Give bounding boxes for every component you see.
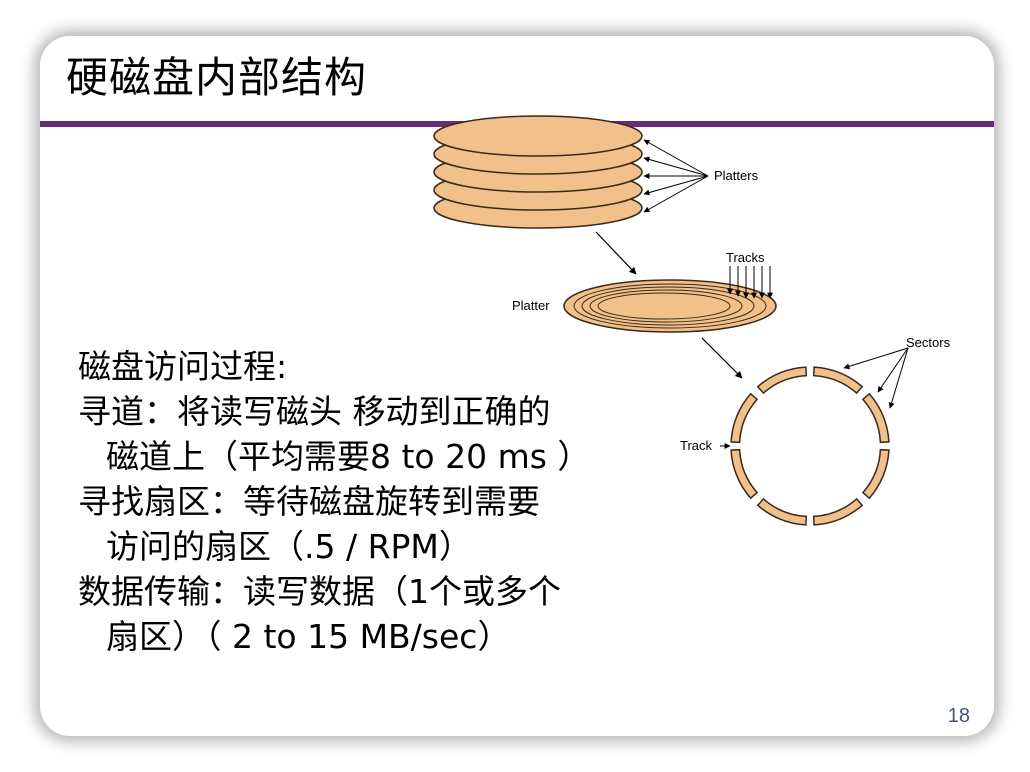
body-line-3: 磁道上（平均需要8 to 20 ms ） xyxy=(106,437,591,476)
platters-label: Platters xyxy=(714,168,759,183)
single-platter xyxy=(563,279,777,333)
body-line-2: 寻道：将读写磁头 移动到正确的 xyxy=(78,392,551,431)
platter-stack xyxy=(433,115,643,229)
sector-5 xyxy=(756,497,808,526)
body-line-4: 寻找扇区：等待磁盘旋转到需要 xyxy=(78,482,540,521)
slide: 硬磁盘内部结构 Platters Platter Tracks Sectors … xyxy=(40,36,994,736)
sector-2 xyxy=(861,392,890,444)
platters-arrows xyxy=(643,139,709,213)
sector-7 xyxy=(730,392,759,444)
track-label: Track xyxy=(680,438,713,453)
platter-disk-1 xyxy=(433,115,643,157)
platter-label: Platter xyxy=(512,298,550,313)
body-line-6: 数据传输：读写数据（1个或多个 xyxy=(78,572,561,611)
body-text: 磁盘访问过程: 寻道：将读写磁头 移动到正确的 磁道上（平均需要8 to 20 … xyxy=(78,344,668,659)
platter-to-track-arrow xyxy=(701,337,743,379)
sector-3 xyxy=(861,448,890,500)
sector-segments xyxy=(730,366,890,526)
sector-4 xyxy=(812,497,864,526)
sector-6 xyxy=(730,448,759,500)
body-line-1: 磁盘访问过程: xyxy=(78,347,288,386)
sectors-arrows xyxy=(843,347,909,409)
stack-to-platter-arrow xyxy=(595,231,637,275)
sector-8 xyxy=(756,366,808,395)
page-number: 18 xyxy=(947,705,970,727)
body-line-7: 扇区）（ 2 to 15 MB/sec） xyxy=(106,617,511,656)
body-line-5: 访问的扇区（.5 / RPM） xyxy=(106,527,472,566)
sectors-label: Sectors xyxy=(906,335,951,350)
tracks-label: Tracks xyxy=(726,250,765,265)
sector-1 xyxy=(812,366,864,395)
track-ring xyxy=(730,366,890,526)
